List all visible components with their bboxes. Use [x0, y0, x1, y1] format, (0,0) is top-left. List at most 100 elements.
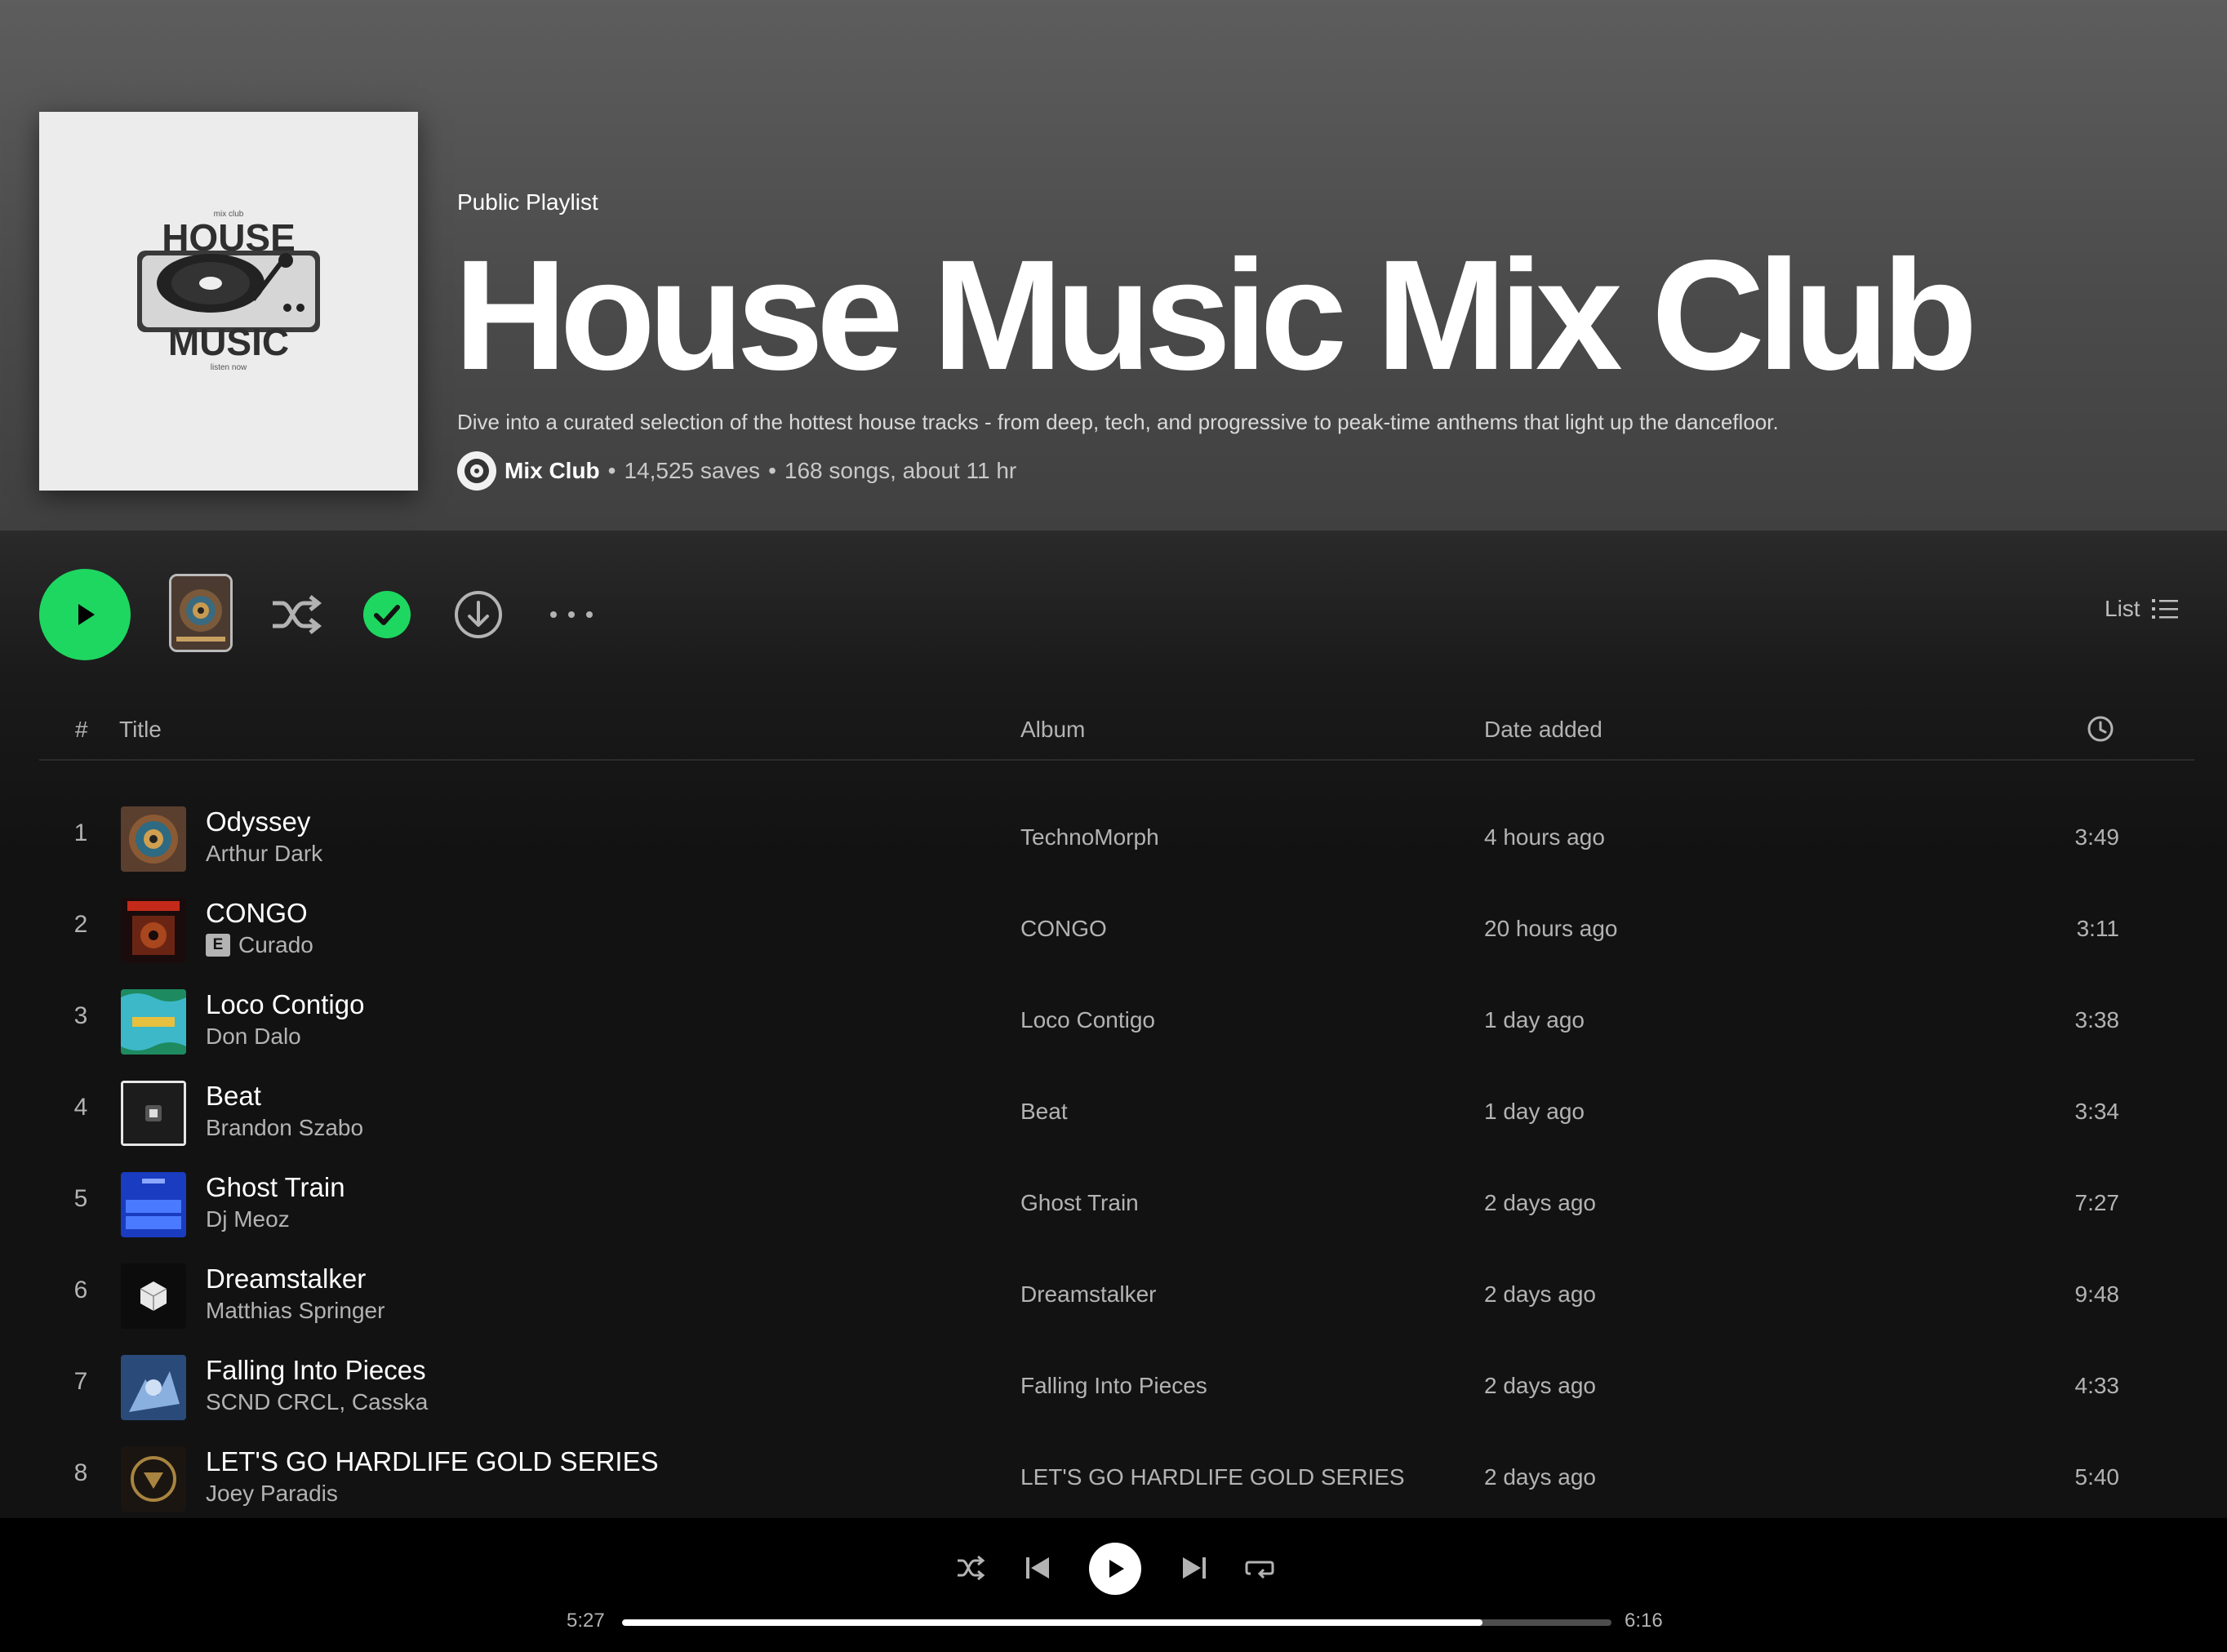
playlist-type-label: Public Playlist — [457, 189, 598, 215]
track-title[interactable]: Beat — [206, 1081, 261, 1112]
track-date-added: 1 day ago — [1484, 1099, 1585, 1124]
track-album[interactable]: LET'S GO HARDLIFE GOLD SERIES — [1020, 1464, 1405, 1490]
artist-link[interactable]: Arthur Dark — [206, 841, 322, 867]
more-icon — [550, 611, 593, 618]
track-title[interactable]: Odyssey — [206, 806, 310, 837]
playlist-meta: Mix Club • 14,525 saves • 168 songs, abo… — [457, 451, 1016, 491]
track-artwork — [121, 1355, 186, 1420]
saves-count: 14,525 saves — [624, 458, 761, 483]
track-artist: SCND CRCL, Casska — [206, 1389, 428, 1415]
playlist-description: Dive into a curated selection of the hot… — [457, 410, 1779, 434]
next-button[interactable] — [1179, 1552, 1210, 1583]
more-options-button[interactable] — [549, 590, 594, 639]
svg-text:MUSIC: MUSIC — [168, 321, 289, 363]
previous-button[interactable] — [1022, 1552, 1053, 1583]
play-button[interactable] — [39, 569, 131, 660]
artist-link[interactable]: Dj Meoz — [206, 1206, 290, 1232]
track-number: 2 — [73, 911, 88, 938]
separator: • — [768, 458, 776, 483]
repeat-button[interactable] — [1244, 1552, 1275, 1583]
track-duration: 7:27 — [2074, 1190, 2120, 1215]
play-icon — [78, 604, 95, 625]
track-title[interactable]: Falling Into Pieces — [206, 1355, 426, 1386]
track-album[interactable]: CONGO — [1020, 916, 1107, 942]
turntable-artwork: mix club HOUSE MUSIC listen now — [39, 112, 418, 491]
total-time: 6:16 — [1625, 1610, 1663, 1632]
track-title[interactable]: Loco Contigo — [206, 989, 364, 1020]
track-row[interactable]: 2 CONGO E Curado CONGO 20 hours ago 3:11 — [39, 878, 2194, 970]
track-title[interactable]: CONGO — [206, 898, 308, 929]
artist-link[interactable]: Curado — [238, 932, 313, 958]
progress-bar[interactable] — [622, 1619, 1611, 1626]
separator: • — [607, 458, 616, 483]
column-date-added[interactable]: Date added — [1484, 717, 1602, 743]
artist-link[interactable]: Matthias Springer — [206, 1298, 385, 1324]
artist-link[interactable]: SCND CRCL, Casska — [206, 1389, 428, 1415]
track-artist: Arthur Dark — [206, 841, 322, 867]
track-row[interactable]: 1 Odyssey Arthur Dark TechnoMorph 4 hour… — [39, 787, 2194, 878]
download-button[interactable] — [454, 590, 503, 639]
track-artwork — [121, 898, 186, 963]
track-album[interactable]: Falling Into Pieces — [1020, 1373, 1207, 1399]
shuffle-button[interactable] — [269, 590, 323, 639]
saved-button[interactable] — [362, 590, 411, 639]
track-artwork — [121, 989, 186, 1055]
playlist-title: House Music Mix Club — [454, 227, 1978, 402]
column-album[interactable]: Album — [1020, 717, 1085, 743]
artist-link[interactable]: Don Dalo — [206, 1024, 301, 1050]
preview-cover-button[interactable] — [169, 574, 233, 652]
track-number: 4 — [73, 1094, 88, 1121]
track-artwork — [121, 1446, 186, 1512]
track-row[interactable]: 6 Dreamstalker Matthias Springer Dreamst… — [39, 1244, 2194, 1335]
track-duration: 5:40 — [2074, 1464, 2120, 1490]
track-date-added: 2 days ago — [1484, 1464, 1596, 1490]
track-artist: Don Dalo — [206, 1024, 301, 1050]
list-icon — [2151, 599, 2178, 619]
track-album[interactable]: Loco Contigo — [1020, 1007, 1155, 1033]
artist-link[interactable]: Brandon Szabo — [206, 1115, 363, 1141]
next-icon — [1183, 1557, 1206, 1579]
track-number: 6 — [73, 1277, 88, 1303]
track-album[interactable]: Beat — [1020, 1099, 1068, 1125]
shuffle-icon — [273, 595, 322, 634]
track-date-added: 4 hours ago — [1484, 824, 1605, 850]
track-row[interactable]: 3 Loco Contigo Don Dalo Loco Contigo 1 d… — [39, 970, 2194, 1061]
track-row[interactable]: 7 Falling Into Pieces SCND CRCL, Casska … — [39, 1335, 2194, 1427]
track-duration: 3:49 — [2074, 824, 2120, 850]
track-title[interactable]: Dreamstalker — [206, 1263, 366, 1295]
playlist-cover[interactable]: mix club HOUSE MUSIC listen now — [39, 112, 418, 491]
track-artwork — [121, 806, 186, 872]
artist-link[interactable]: Joey Paradis — [206, 1481, 338, 1507]
track-number: 8 — [73, 1459, 88, 1486]
explicit-badge: E — [206, 934, 230, 957]
track-row[interactable]: 5 Ghost Train Dj Meoz Ghost Train 2 days… — [39, 1152, 2194, 1244]
column-duration[interactable] — [2087, 715, 2114, 748]
track-duration: 4:33 — [2074, 1373, 2120, 1398]
track-album[interactable]: TechnoMorph — [1020, 824, 1159, 850]
owner-link[interactable]: Mix Club — [505, 458, 600, 484]
track-title[interactable]: Ghost Train — [206, 1172, 345, 1203]
track-artist: Dj Meoz — [206, 1206, 290, 1232]
track-album[interactable]: Ghost Train — [1020, 1190, 1139, 1216]
play-icon — [1109, 1560, 1124, 1578]
player-play-button[interactable] — [1089, 1543, 1141, 1595]
track-artwork — [121, 1172, 186, 1237]
track-title[interactable]: LET'S GO HARDLIFE GOLD SERIES — [206, 1446, 659, 1477]
view-toggle[interactable]: List — [2105, 596, 2178, 622]
track-date-added: 1 day ago — [1484, 1007, 1585, 1032]
column-title[interactable]: Title — [119, 717, 162, 743]
track-duration: 9:48 — [2074, 1281, 2120, 1307]
progress-fill — [622, 1619, 1483, 1626]
player-shuffle-button[interactable] — [955, 1552, 986, 1583]
owner-avatar[interactable] — [457, 451, 496, 491]
track-duration: 3:34 — [2074, 1099, 2120, 1124]
track-artist: Matthias Springer — [206, 1298, 385, 1324]
track-row[interactable]: 4 Beat Brandon Szabo Beat 1 day ago 3:34 — [39, 1061, 2194, 1152]
track-number: 1 — [73, 819, 88, 846]
shuffle-icon — [958, 1555, 985, 1581]
track-album[interactable]: Dreamstalker — [1020, 1281, 1156, 1308]
playlist-header: mix club HOUSE MUSIC listen now Public P… — [0, 0, 2227, 531]
track-date-added: 2 days ago — [1484, 1190, 1596, 1215]
track-date-added: 2 days ago — [1484, 1281, 1596, 1307]
track-row[interactable]: 8 LET'S GO HARDLIFE GOLD SERIES Joey Par… — [39, 1427, 2194, 1518]
